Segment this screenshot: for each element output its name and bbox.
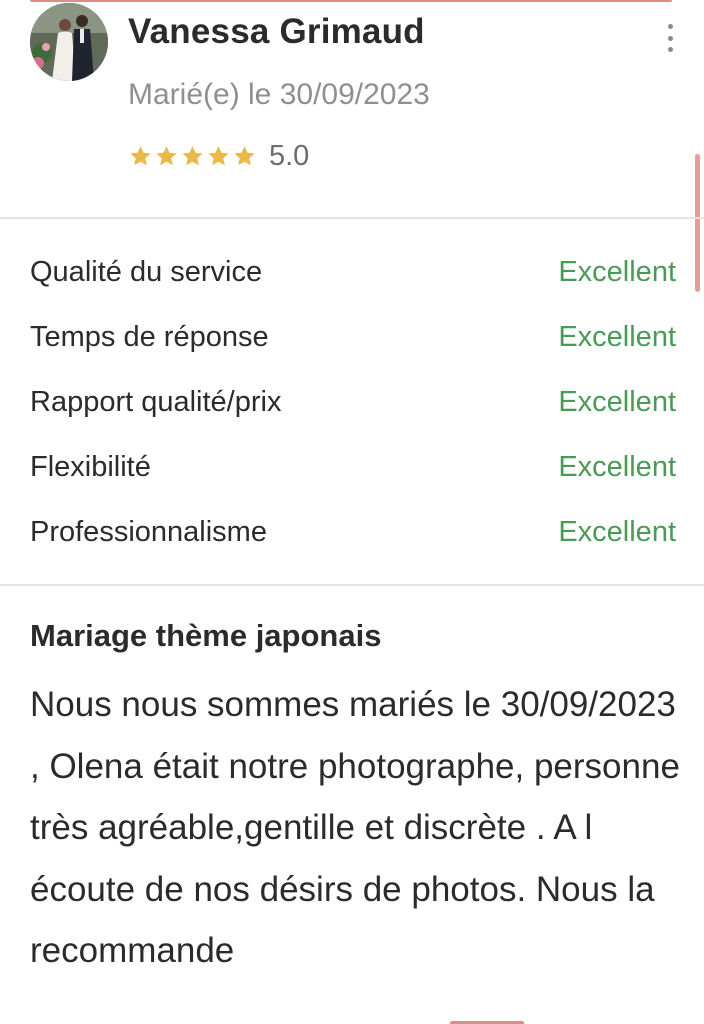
star-icon: [208, 145, 229, 165]
more-vertical-icon: [667, 35, 673, 41]
more-vertical-icon: [667, 47, 673, 52]
divider: [0, 584, 704, 586]
overall-rating: 5.0: [128, 138, 309, 174]
divider: [0, 217, 704, 219]
criteria-row: Qualité du service Excellent: [30, 240, 676, 305]
criteria-row: Temps de réponse Excellent: [30, 305, 676, 370]
avatar-photo-icon: [30, 3, 108, 81]
married-date: Marié(e) le 30/09/2023: [128, 78, 430, 111]
scrollbar-thumb[interactable]: [695, 154, 700, 292]
review-content: Mariage thème japonais Nous nous sommes …: [30, 614, 680, 982]
star-icon: [130, 145, 151, 165]
criteria-row: Rapport qualité/prix Excellent: [30, 370, 676, 435]
star-icon: [234, 145, 255, 165]
criteria-row: Flexibilité Excellent: [30, 435, 676, 500]
rating-value: 5.0: [269, 139, 310, 172]
criteria-score: Excellent: [558, 516, 676, 548]
criteria-score: Excellent: [558, 321, 676, 353]
criteria-score: Excellent: [558, 256, 676, 288]
criteria-ratings: Qualité du service Excellent Temps de ré…: [30, 240, 676, 565]
criteria-label: Rapport qualité/prix: [30, 386, 282, 418]
criteria-label: Professionnalisme: [30, 516, 267, 548]
star-rating: [128, 144, 257, 169]
avatar[interactable]: [30, 3, 108, 81]
criteria-label: Flexibilité: [30, 451, 151, 483]
criteria-row: Professionnalisme Excellent: [30, 500, 676, 565]
star-icon: [156, 145, 177, 165]
more-options-button[interactable]: [660, 22, 680, 54]
criteria-score: Excellent: [558, 451, 676, 483]
more-vertical-icon: [667, 24, 673, 29]
reviewer-name: Vanessa Grimaud: [128, 12, 425, 51]
criteria-label: Qualité du service: [30, 256, 263, 288]
criteria-label: Temps de réponse: [30, 321, 269, 353]
review-header: Vanessa Grimaud Marié(e) le 30/09/2023 5…: [0, 0, 704, 218]
review-body: Nous nous sommes mariés le 30/09/2023 , …: [30, 685, 680, 970]
criteria-score: Excellent: [558, 386, 676, 418]
star-icon: [182, 145, 203, 165]
review-title: Mariage thème japonais: [30, 618, 382, 653]
